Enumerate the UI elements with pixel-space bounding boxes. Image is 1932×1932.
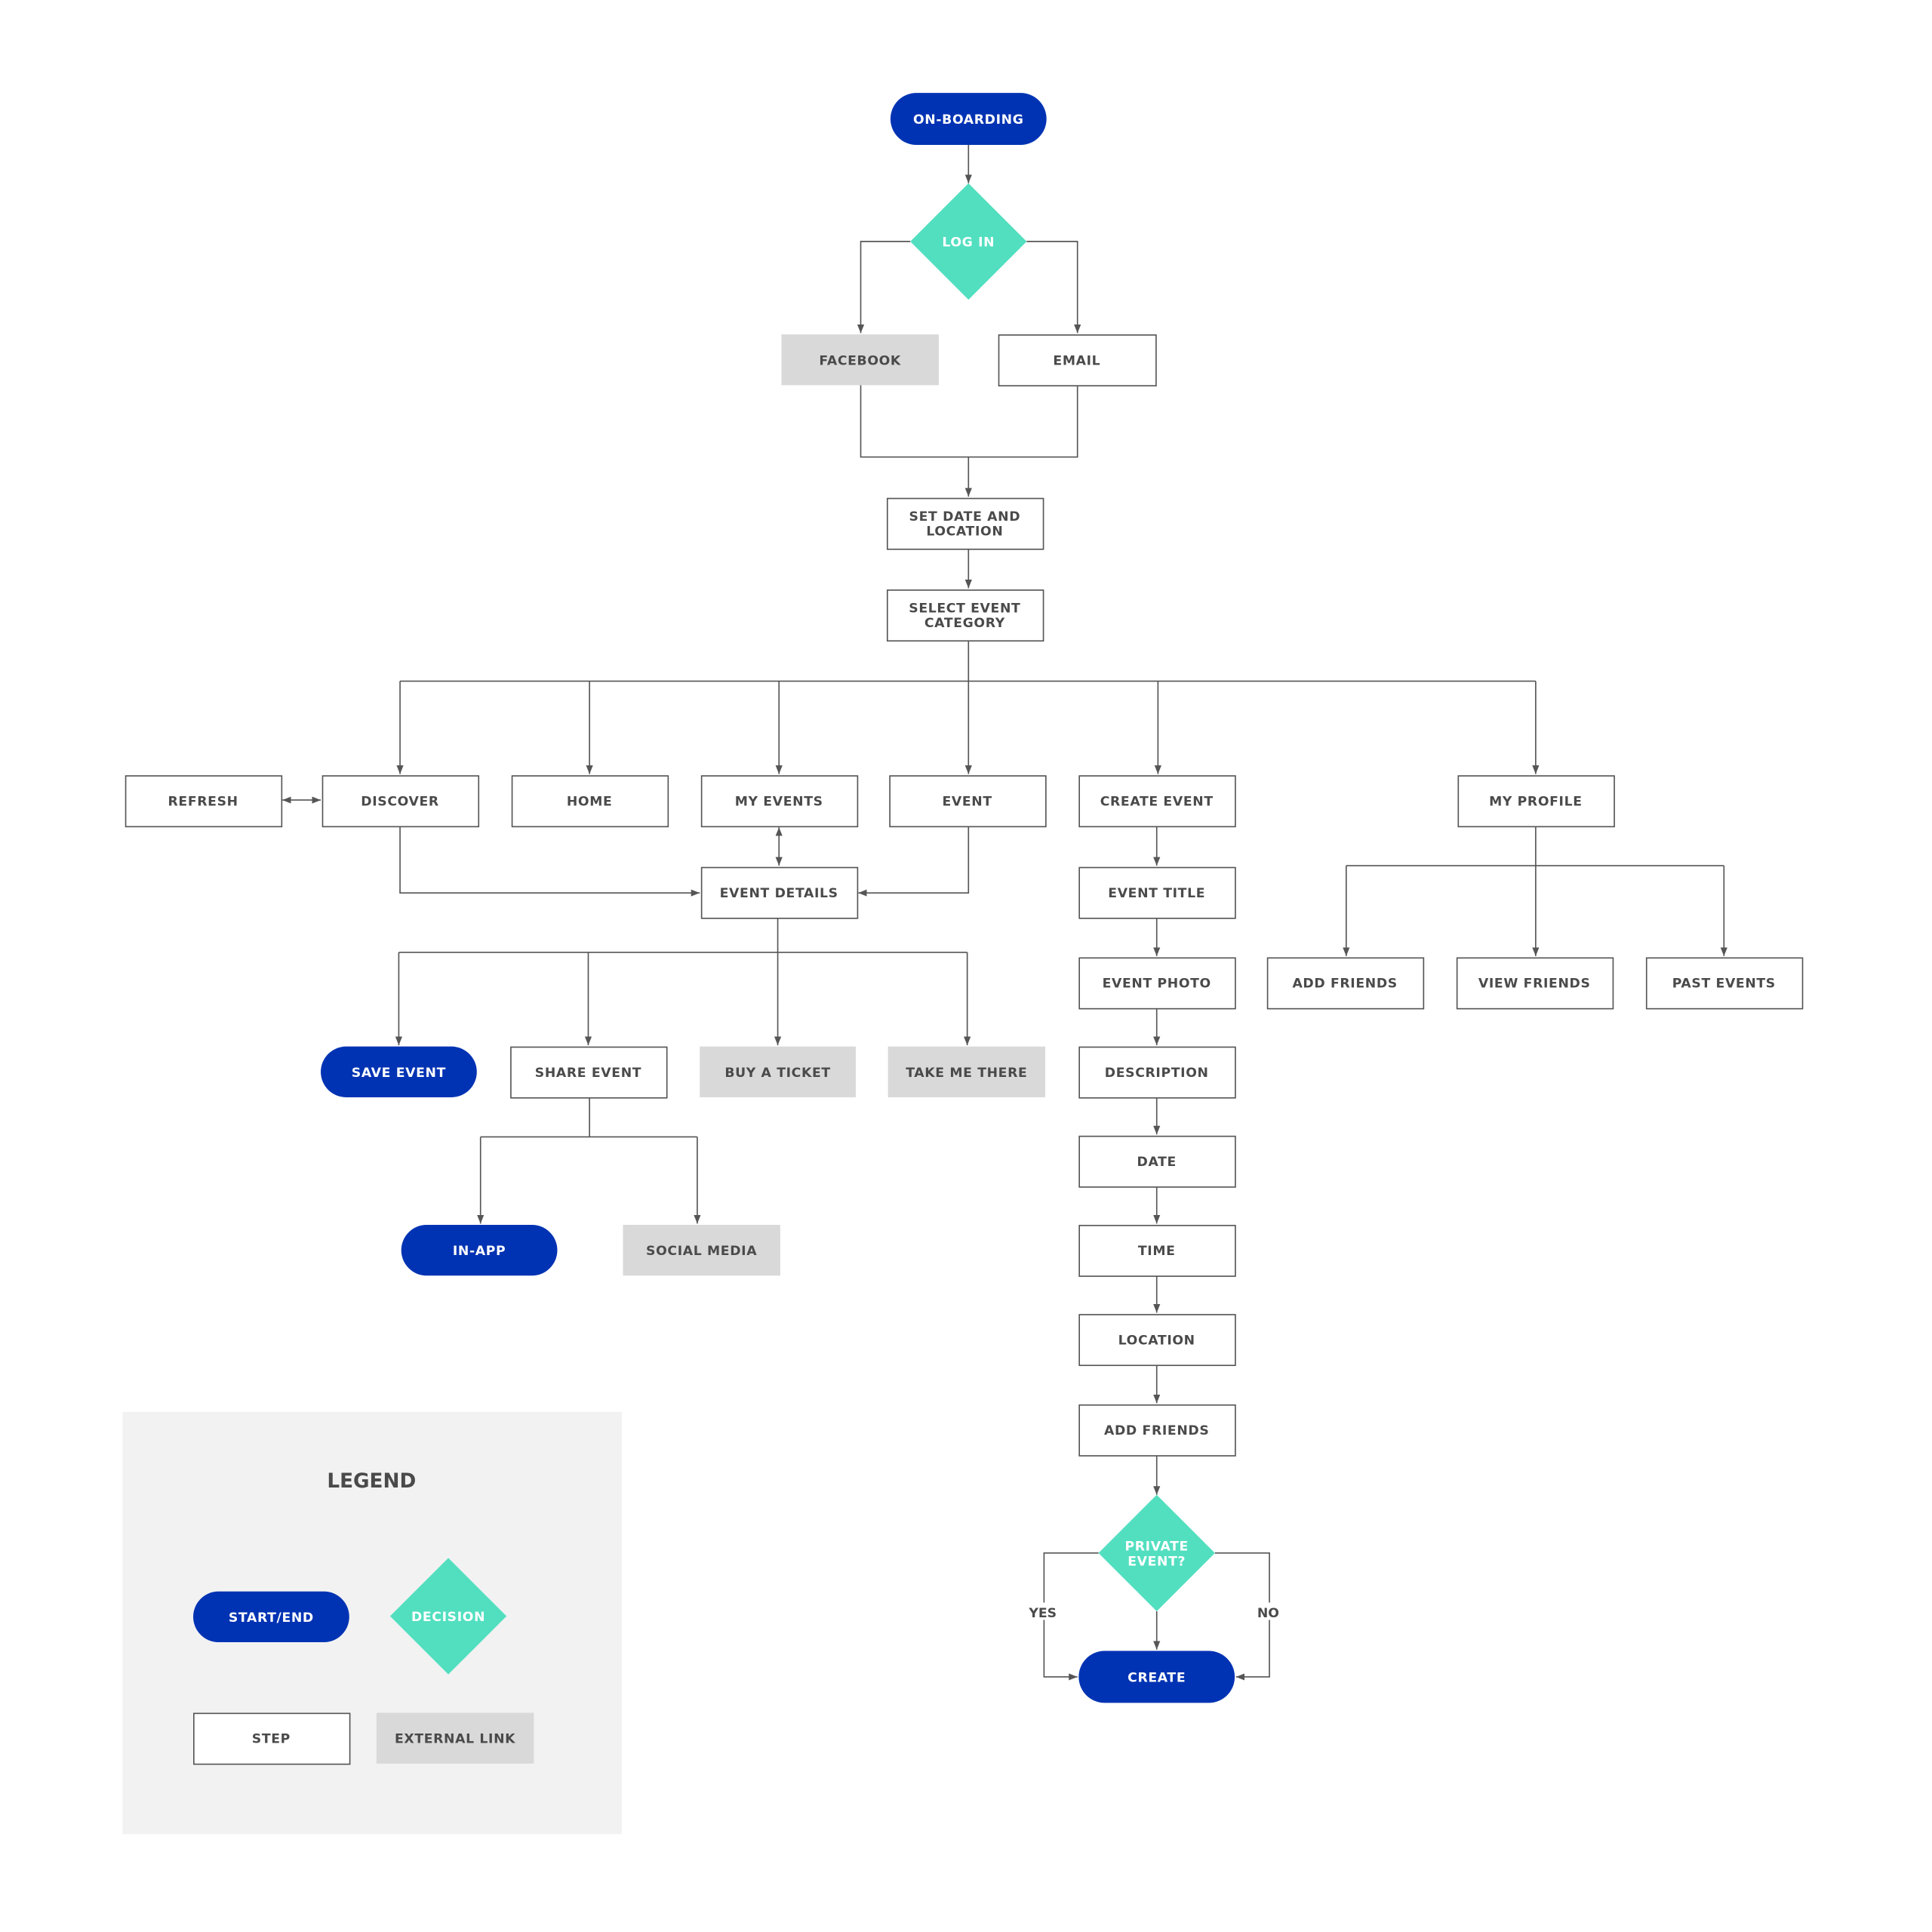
node-view-friends: VIEW FRIENDS [1456,957,1614,1010]
node-label: EVENT [942,794,992,809]
node-event-title: EVENT TITLE [1078,866,1236,919]
node-save-event: SAVE EVENT [321,1046,477,1097]
node-label: SAVE EVENT [352,1066,446,1081]
node-create: CREATE [1078,1651,1235,1703]
legend-step: STEP [192,1712,351,1765]
node-label: DECISION [411,1610,485,1625]
node-label: IN-APP [453,1244,506,1259]
connector-arrow [1026,241,1081,334]
node-label: EVENT PHOTO [1103,977,1211,992]
node-take-me-there: TAKE ME THERE [888,1046,1046,1097]
node-label: ADD FRIENDS [1292,977,1397,992]
node-label: EVENT DETAILS [720,886,838,901]
node-label: PRIVATE [1124,1540,1189,1555]
edge-label-yes: YES [1028,1606,1057,1621]
connector-arrow [399,826,700,897]
node-label: EVENT? [1128,1554,1186,1569]
node-label: DATE [1137,1155,1177,1170]
node-buy-ticket: BUY A TICKET [700,1046,856,1097]
node-label: SHARE EVENT [535,1066,641,1081]
node-create-event: CREATE EVENT [1078,775,1236,828]
node-facebook: FACEBOOK [781,334,939,386]
node-label: EMAIL [1053,353,1100,368]
node-add-friends-profile: ADD FRIENDS [1266,957,1425,1010]
node-private-event: PRIVATEEVENT? [1098,1494,1215,1611]
node-event-photo: EVENT PHOTO [1078,957,1236,1010]
node-label: ADD FRIENDS [1104,1423,1209,1438]
node-login: LOG IN [910,183,1027,300]
node-label: BUY A TICKET [724,1066,830,1081]
node-label: PAST EVENTS [1672,977,1776,992]
node-event: EVENT [889,775,1047,828]
node-label: HOME [567,794,613,809]
node-description: DESCRIPTION [1078,1046,1236,1099]
node-email: EMAIL [998,334,1157,386]
node-label: LOCATION [926,525,1003,540]
node-label: MY EVENTS [735,794,823,809]
node-label: MY PROFILE [1489,794,1583,809]
node-label: START/END [229,1611,314,1626]
node-label: DISCOVER [361,794,439,809]
node-label: STEP [252,1732,291,1747]
node-label: FACEBOOK [819,353,901,368]
node-label: EXTERNAL LINK [395,1732,515,1747]
node-label: ON-BOARDING [913,112,1024,128]
node-location: LOCATION [1078,1314,1236,1367]
node-label: SET DATE AND [909,509,1021,525]
node-date: DATE [1078,1135,1236,1188]
node-label: VIEW FRIENDS [1478,977,1591,992]
node-discover: DISCOVER [321,775,480,828]
node-set-date: SET DATE ANDLOCATION [886,497,1044,550]
node-label: CATEGORY [924,616,1005,631]
node-event-details: EVENT DETAILS [700,866,859,919]
edge-label-no: NO [1257,1606,1279,1621]
node-past-events: PAST EVENTS [1645,957,1804,1010]
node-label: LOG IN [942,235,995,251]
node-social-media: SOCIAL MEDIA [623,1224,780,1276]
connector-arrow [857,241,911,334]
node-refresh: REFRESH [125,775,283,828]
node-label: CREATE EVENT [1100,794,1214,809]
node-label: CREATE [1128,1671,1186,1686]
legend-external-link: EXTERNAL LINK [376,1712,534,1764]
node-label: SOCIAL MEDIA [646,1244,757,1259]
flowchart: LEGEND YES NO ON-BOARDING LOG IN FACEBOOK EM… [122,93,1804,1835]
node-time: TIME [1078,1224,1236,1277]
node-home: HOME [511,775,669,828]
legend-start-end: START/END [193,1591,349,1642]
node-label: REFRESH [168,794,238,809]
node-my-events: MY EVENTS [700,775,859,828]
node-label: EVENT TITLE [1108,886,1205,901]
node-label: SELECT EVENT [909,601,1020,616]
node-label: TAKE ME THERE [906,1066,1027,1081]
node-in-app: IN-APP [401,1224,558,1276]
legend-title: LEGEND [327,1470,416,1493]
node-add-friends-create: ADD FRIENDS [1078,1404,1236,1457]
node-share-event: SHARE EVENT [510,1046,668,1099]
node-my-profile: MY PROFILE [1457,775,1615,828]
node-label: TIME [1138,1244,1176,1259]
node-onboarding: ON-BOARDING [890,93,1047,145]
connector-arrow [858,826,970,897]
node-label: DESCRIPTION [1105,1066,1209,1081]
connector-arrow [860,385,1078,458]
node-select-category: SELECT EVENTCATEGORY [886,589,1044,642]
node-label: LOCATION [1118,1333,1195,1348]
